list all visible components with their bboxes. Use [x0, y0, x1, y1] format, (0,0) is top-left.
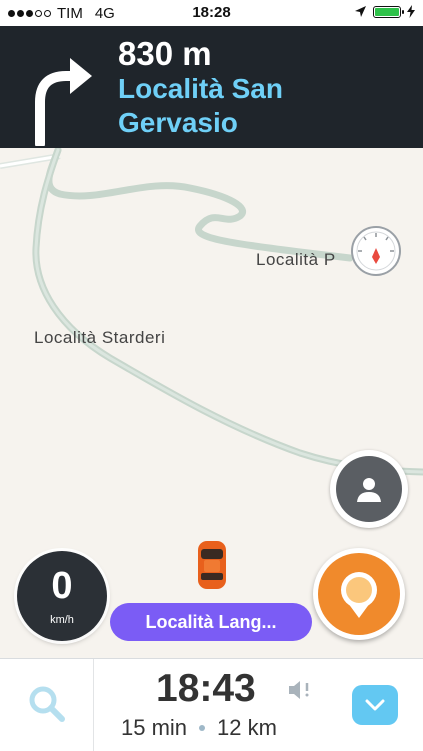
next-street-name: Località San Gervasio — [118, 73, 283, 138]
destination-button[interactable]: Località Lang... — [110, 603, 312, 641]
turn-right-arrow-icon — [35, 58, 92, 146]
chevron-down-icon — [365, 699, 385, 711]
carrier-name: TIM — [57, 4, 83, 22]
trip-duration: 15 min — [121, 715, 188, 740]
user-icon — [357, 478, 381, 502]
map-label-starderi: Località Starderi — [34, 328, 166, 347]
eta-time: 18:43 — [156, 667, 256, 710]
navigation-banner[interactable]: 830 m Località San Gervasio — [0, 26, 423, 148]
speedometer: 0 km/h — [17, 551, 107, 641]
trip-distance: 12 km — [217, 715, 277, 740]
network-type: 4G — [94, 4, 115, 22]
signal-strength-icon — [8, 9, 51, 17]
user-profile-button[interactable] — [330, 450, 408, 528]
car-position-icon — [198, 541, 226, 589]
speed-unit: km/h — [50, 614, 74, 626]
location-arrow-icon — [355, 6, 366, 17]
status-bar: TIM 4G 18:28 — [0, 0, 423, 26]
battery-icon — [373, 5, 404, 18]
charging-bolt-icon — [407, 5, 415, 18]
search-icon — [29, 686, 65, 722]
map-view[interactable]: Località P Località Starderi 0 km/h Loca… — [0, 148, 423, 658]
map-label-localita-p: Località P — [256, 250, 336, 269]
speed-value: 0 — [51, 565, 73, 607]
turn-distance: 830 m — [118, 35, 212, 72]
separator-dot — [199, 725, 206, 731]
sound-icon[interactable] — [287, 679, 313, 701]
trip-info: 15 min 12 km — [121, 715, 277, 741]
bottom-bar: 18:43 15 min 12 km — [0, 658, 423, 751]
report-pin-icon — [341, 572, 377, 618]
compass-icon[interactable] — [351, 226, 401, 276]
search-button[interactable] — [0, 659, 94, 751]
report-button[interactable] — [313, 548, 405, 640]
expand-button[interactable] — [352, 685, 398, 725]
